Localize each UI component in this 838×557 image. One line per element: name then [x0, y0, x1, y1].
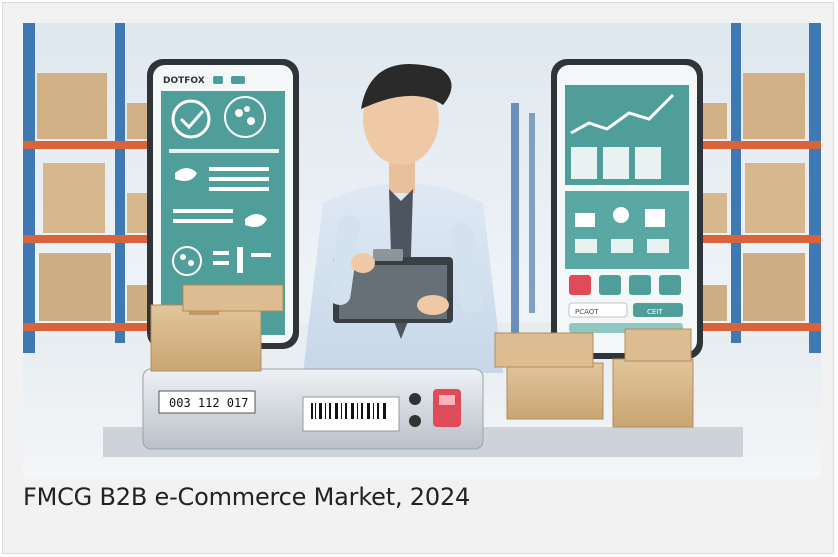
product-card[interactable]: DOTFOX PCAOT CEIT 003 112 017 FMCG B2B e… [2, 2, 834, 554]
right-phone-mockup: PCAOT CEIT [551, 59, 703, 359]
warehouse-scene: DOTFOX PCAOT CEIT 003 112 017 [23, 23, 821, 477]
person-icon [575, 213, 595, 227]
left-phone-brand: DOTFOX [163, 76, 205, 86]
key-icon [599, 275, 621, 295]
check-icon [629, 275, 651, 295]
left-phone-field: PCAOT [575, 308, 599, 316]
product-caption[interactable]: FMCG B2B e-Commerce Market, 2024 [23, 483, 470, 511]
scanner-display: 003 112 017 [169, 396, 248, 410]
right-phone-button: CEIT [647, 308, 663, 316]
user-icon [659, 275, 681, 295]
hero-illustration: DOTFOX PCAOT CEIT 003 112 017 [23, 23, 821, 477]
worker-figure [303, 64, 503, 373]
